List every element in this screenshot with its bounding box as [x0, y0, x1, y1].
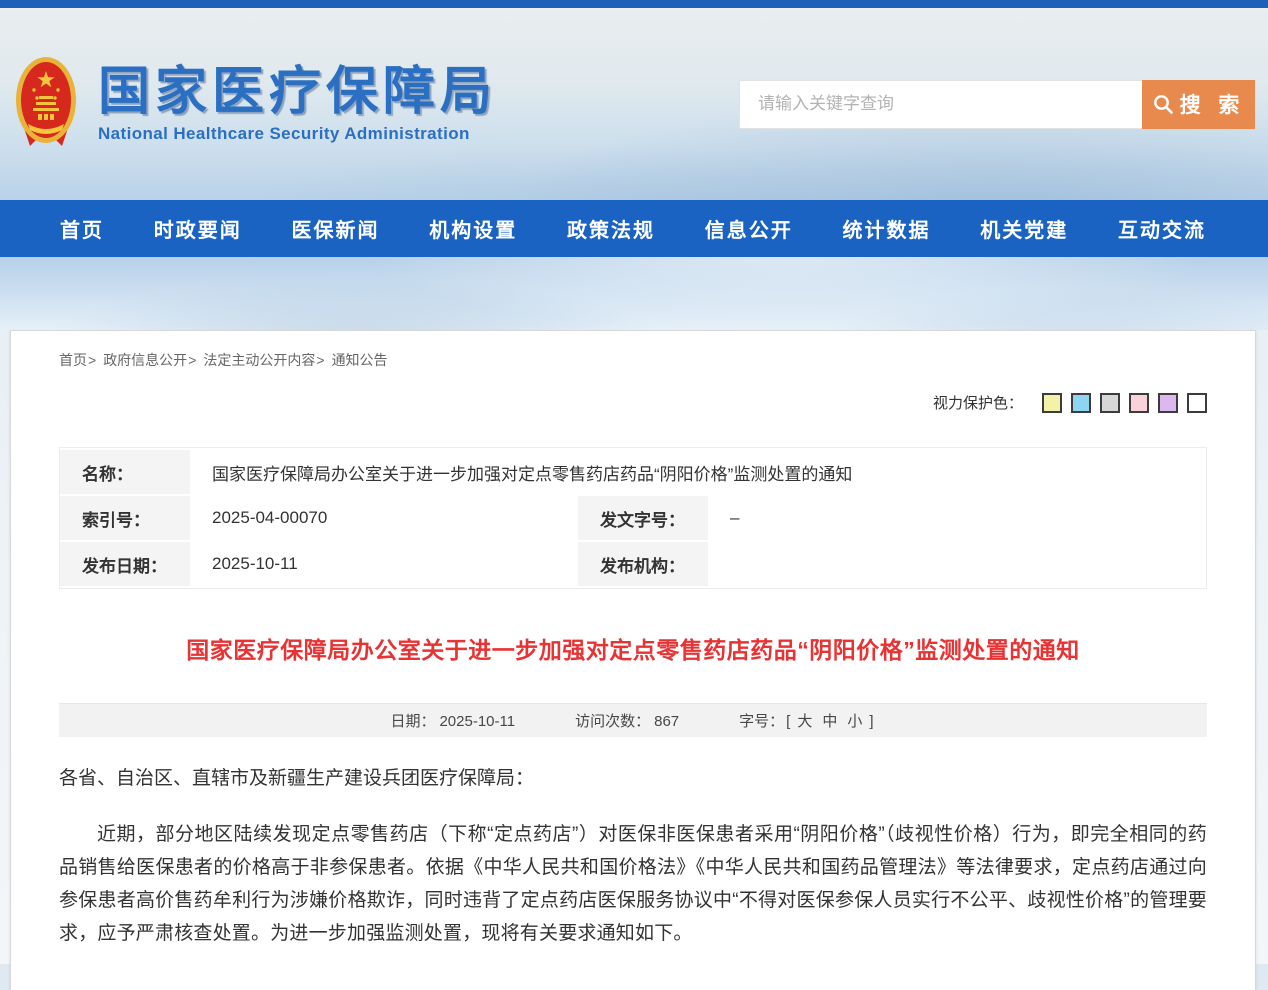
doc-number-label: 发文字号： [578, 496, 708, 540]
breadcrumb-separator: > [88, 352, 96, 368]
meta-date: 日期：2025-10-11 [390, 710, 515, 731]
breadcrumb-separator: > [316, 352, 324, 368]
color-swatch-purple[interactable] [1158, 393, 1178, 413]
hero-mountain-banner [0, 257, 1268, 330]
name-label: 名称： [60, 450, 190, 494]
table-row-date: 发布日期： 2025-10-11 发布机构： [60, 542, 1206, 586]
content-card: 首页>政府信息公开>法定主动公开内容>通知公告 视力保护色： 名称： 国家医疗保… [10, 330, 1256, 990]
article-meta-bar: 日期：2025-10-11 访问次数：867 字号：[ 大中小] [59, 703, 1207, 737]
nav-item-medical-insurance-news[interactable]: 医保新闻 [292, 214, 380, 243]
brand-text: 国家医疗保障局 National Healthcare Security Adm… [98, 64, 497, 144]
index-number-value: 2025-04-00070 [190, 496, 578, 540]
meta-fontsize-label: 字号： [739, 713, 784, 730]
meta-visits-value: 867 [654, 713, 679, 730]
nav-item-politics-news[interactable]: 时政要闻 [154, 214, 242, 243]
nav-item-party-building[interactable]: 机关党建 [980, 214, 1068, 243]
meta-visits-label: 访问次数： [575, 713, 650, 730]
national-emblem-icon [12, 54, 80, 154]
fontsize-bracket-close: ] [869, 713, 873, 730]
meta-visits: 访问次数：867 [575, 710, 679, 731]
nav-item-information-disclosure[interactable]: 信息公开 [705, 214, 793, 243]
search-button[interactable]: 搜 索 [1142, 80, 1255, 129]
article-title: 国家医疗保障局办公室关于进一步加强对定点零售药店药品“阴阳价格”监测处置的通知 [59, 635, 1207, 665]
nav-item-statistics[interactable]: 统计数据 [843, 214, 931, 243]
article-paragraph-1: 近期，部分地区陆续发现定点零售药店（下称“定点药店”）对医保非医保患者采用“阴阳… [59, 818, 1207, 950]
color-swatch-blue[interactable] [1071, 393, 1091, 413]
document-info-table: 名称： 国家医疗保障局办公室关于进一步加强对定点零售药店药品“阴阳价格”监测处置… [59, 447, 1207, 589]
eye-protection-label: 视力保护色： [933, 392, 1023, 413]
doc-number-value: – [708, 496, 1206, 540]
search-icon [1152, 93, 1174, 115]
eye-protection-row: 视力保护色： [59, 392, 1207, 413]
color-swatch-white[interactable] [1187, 393, 1207, 413]
top-accent-bar [0, 0, 1268, 8]
fontsize-medium-button[interactable]: 中 [822, 713, 837, 730]
publish-org-value [708, 542, 1206, 586]
fontsize-small-button[interactable]: 小 [847, 713, 862, 730]
index-number-label: 索引号： [60, 496, 190, 540]
nav-item-policies[interactable]: 政策法规 [567, 214, 655, 243]
site-title: 国家医疗保障局 [98, 64, 497, 121]
main-nav: 首页 时政要闻 医保新闻 机构设置 政策法规 信息公开 统计数据 机关党建 互动… [0, 200, 1268, 257]
breadcrumb-gov-info[interactable]: 政府信息公开 [103, 352, 187, 368]
nav-item-organization[interactable]: 机构设置 [429, 214, 517, 243]
article-salutation: 各省、自治区、直辖市及新疆生产建设兵团医疗保障局： [59, 764, 1207, 794]
article-body: 各省、自治区、直辖市及新疆生产建设兵团医疗保障局： 近期，部分地区陆续发现定点零… [59, 764, 1207, 950]
breadcrumb-notices[interactable]: 通知公告 [332, 352, 388, 368]
publish-org-label: 发布机构： [578, 542, 708, 586]
color-swatch-yellow[interactable] [1042, 393, 1062, 413]
color-swatch-pink[interactable] [1129, 393, 1149, 413]
table-row-name: 名称： 国家医疗保障局办公室关于进一步加强对定点零售药店药品“阴阳价格”监测处置… [60, 450, 1206, 494]
search-input[interactable] [739, 80, 1142, 129]
search-button-label: 搜 索 [1180, 89, 1246, 119]
breadcrumb: 首页>政府信息公开>法定主动公开内容>通知公告 [59, 331, 1207, 370]
breadcrumb-separator: > [188, 352, 196, 368]
publish-date-label: 发布日期： [60, 542, 190, 586]
fontsize-large-button[interactable]: 大 [797, 713, 812, 730]
name-value: 国家医疗保障局办公室关于进一步加强对定点零售药店药品“阴阳价格”监测处置的通知 [190, 450, 1206, 494]
breadcrumb-statutory-disclosure[interactable]: 法定主动公开内容 [203, 352, 315, 368]
fontsize-bracket-open: [ [786, 713, 790, 730]
color-swatch-gray[interactable] [1100, 393, 1120, 413]
meta-fontsize: 字号：[ 大中小] [739, 710, 875, 731]
search-bar: 搜 索 [739, 80, 1255, 129]
site-logo-link[interactable]: 国家医疗保障局 National Healthcare Security Adm… [12, 54, 497, 154]
table-row-index: 索引号： 2025-04-00070 发文字号： – [60, 496, 1206, 540]
meta-date-value: 2025-10-11 [439, 713, 515, 730]
meta-date-label: 日期： [390, 713, 435, 730]
site-subtitle-en: National Healthcare Security Administrat… [98, 124, 497, 144]
breadcrumb-home[interactable]: 首页 [59, 352, 87, 368]
publish-date-value: 2025-10-11 [190, 542, 578, 586]
nav-item-interaction[interactable]: 互动交流 [1118, 214, 1206, 243]
nav-item-home[interactable]: 首页 [60, 214, 104, 243]
site-header: 国家医疗保障局 National Healthcare Security Adm… [0, 8, 1268, 200]
